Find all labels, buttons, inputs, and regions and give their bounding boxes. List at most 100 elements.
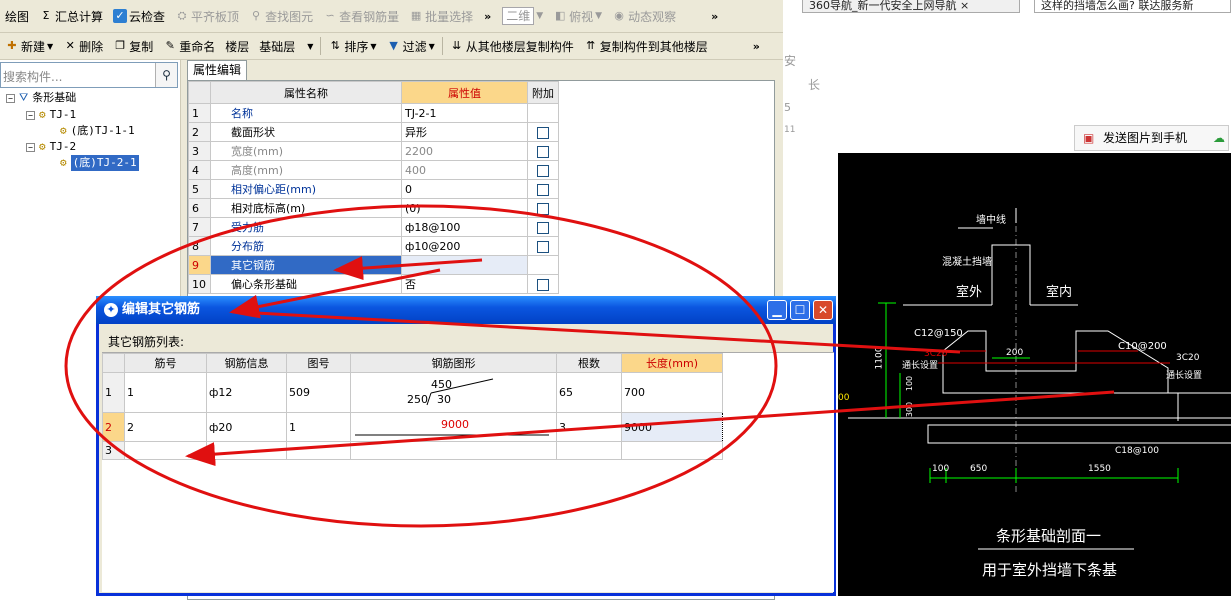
rebar-row[interactable]: 1 1 ф12 509 450 250 30 65 700 <box>102 372 723 413</box>
bar-no-cell[interactable]: 1 <box>124 372 207 413</box>
property-row[interactable]: 5 相对偏心距(mm) 0 <box>188 179 559 199</box>
property-value-field[interactable]: (0) <box>401 198 528 218</box>
browser-tab-question[interactable]: 这样的挡墙怎么画? 联达服务新 <box>1034 0 1231 13</box>
count-cell[interactable]: 65 <box>556 372 622 413</box>
toolbar-overflow-icon-2[interactable]: » <box>711 10 718 23</box>
length-cell[interactable]: 9000 <box>621 412 723 442</box>
tree-node-tj1-1[interactable]: ⚙ (底)TJ-1-1 <box>60 123 135 139</box>
property-row[interactable]: 1 名称 TJ-2-1 <box>188 103 559 123</box>
dim-100: 100 <box>932 464 950 474</box>
dim-100-vertical: 100 <box>905 375 915 392</box>
copy-from-floor-icon: ⇊ <box>452 39 462 52</box>
floor-select[interactable]: 基础层 ▼ <box>254 38 318 55</box>
copy-to-floor-button[interactable]: ⇈ 复制构件到其他楼层 <box>579 38 713 55</box>
summary-calc-button[interactable]: Σ 汇总计算 <box>34 8 108 25</box>
cloud-check-button[interactable]: ✓ 云检查 <box>108 8 170 25</box>
tree-node-root[interactable]: − ⛛ 条形基础 <box>6 90 76 106</box>
bar-info-cell[interactable]: ф20 <box>206 412 287 442</box>
close-icon[interactable]: × <box>960 0 969 12</box>
view-rebar-button[interactable]: ∽ 查看钢筋量 <box>318 8 404 25</box>
extra-checkbox[interactable] <box>537 126 549 139</box>
tree-node-tj2[interactable]: − ⚙ TJ-2 <box>26 139 76 155</box>
property-value-field[interactable]: 2200 <box>401 141 528 161</box>
rebar-list-label: 其它钢筋列表: <box>108 335 185 349</box>
tree-node-tj2-1[interactable]: ⚙ (底)TJ-2-1 <box>60 155 139 171</box>
filter-button[interactable]: ▼ 过滤 ▼ <box>382 38 440 55</box>
property-value-field[interactable]: ф18@100 <box>401 217 528 237</box>
property-value-field[interactable]: 否 <box>401 274 528 294</box>
page-fragment: 5 <box>784 101 791 114</box>
extra-checkbox[interactable] <box>537 240 549 253</box>
delete-icon: ✕ <box>65 39 75 52</box>
extra-checkbox[interactable] <box>537 145 549 158</box>
figure-no-cell[interactable]: 1 <box>286 412 351 442</box>
property-row[interactable]: 3 宽度(mm) 2200 <box>188 141 559 161</box>
bar-shape-cell[interactable]: 450 250 30 <box>350 372 557 413</box>
bar-shape-cell[interactable]: 9000 <box>350 412 557 442</box>
property-row[interactable]: 6 相对底标高(m) (0) <box>188 198 559 218</box>
property-row-selected[interactable]: 9 其它钢筋 <box>188 255 559 275</box>
extra-checkbox[interactable] <box>537 202 549 215</box>
property-value-field[interactable]: 400 <box>401 160 528 180</box>
figure-no-cell[interactable]: 509 <box>286 372 351 413</box>
property-value-field[interactable] <box>401 255 528 275</box>
new-button[interactable]: ✚ 新建 ▼ <box>0 38 58 55</box>
page-fragment: 11 <box>784 125 796 135</box>
collapse-icon[interactable]: − <box>26 110 35 120</box>
property-value-field[interactable]: 0 <box>401 179 528 199</box>
tree-node-tj1[interactable]: − ⚙ TJ-1 <box>26 107 76 123</box>
toolbar2-overflow-icon[interactable]: » <box>753 40 760 53</box>
property-row[interactable]: 2 截面形状 异形 <box>188 122 559 142</box>
rename-button[interactable]: ✎ 重命名 <box>158 38 220 55</box>
property-row[interactable]: 4 高度(mm) 400 <box>188 160 559 180</box>
dynamic-view-button[interactable]: ◉ 动态观察 <box>607 8 681 25</box>
property-value-field[interactable]: 异形 <box>401 122 528 142</box>
extra-checkbox[interactable] <box>537 183 549 196</box>
property-row[interactable]: 10 偏心条形基础否 <box>188 274 559 294</box>
rebar-row-empty[interactable]: 3 <box>102 441 723 460</box>
property-row[interactable]: 7 受力筋 ф18@100 <box>188 217 559 237</box>
collapse-icon[interactable]: − <box>26 142 35 152</box>
send-to-phone-button[interactable]: ▣ 发送图片到手机 ☁ <box>1074 125 1229 151</box>
bar-no-cell[interactable]: 2 <box>124 412 207 442</box>
align-slab-top-button[interactable]: ⛭ 平齐板顶 <box>170 8 244 25</box>
copy-button[interactable]: ❐ 复制 <box>108 38 158 55</box>
property-row[interactable]: 8 分布筋 ф10@200 <box>188 236 559 256</box>
dialog-title-bar[interactable]: ✦ 编辑其它钢筋 <box>96 296 836 324</box>
bar-info-cell[interactable]: ф12 <box>206 372 287 413</box>
batch-select-button[interactable]: ▦ 批量选择 <box>404 8 478 25</box>
header-bar-shape: 钢筋图形 <box>350 353 557 373</box>
toolbar-overflow-icon[interactable]: » <box>484 10 491 23</box>
copy-from-floor-button[interactable]: ⇊ 从其他楼层复制构件 <box>445 38 579 55</box>
find-element-button[interactable]: ⚲ 查找图元 <box>244 8 318 25</box>
extra-checkbox[interactable] <box>537 278 549 291</box>
count-cell[interactable]: 3 <box>556 412 622 442</box>
label-cut-left: 00 <box>838 393 850 403</box>
filter-icon: ▼ <box>389 39 398 52</box>
tab-property-edit[interactable]: 属性编辑 <box>187 60 247 80</box>
cad-section-drawing: 墙中线 混凝土挡墙 室外 室内 C12@150 C10@200 3C20 3C2… <box>838 153 1231 596</box>
rebar-row[interactable]: 2 2 ф20 1 9000 3 9000 <box>102 412 723 442</box>
component-search-input[interactable]: 搜索构件... ⚲ <box>0 62 178 88</box>
delete-button[interactable]: ✕ 删除 <box>58 38 108 55</box>
sort-button[interactable]: ⇅ 排序 ▼ <box>323 38 381 55</box>
view-mode-select[interactable]: 二维 ▼ <box>497 7 548 25</box>
close-icon[interactable]: ✕ <box>813 300 833 320</box>
property-value-field[interactable]: TJ-2-1 <box>401 103 528 123</box>
search-icon[interactable]: ⚲ <box>155 63 177 87</box>
draw-button[interactable]: 绘图 <box>0 8 34 25</box>
length-cell[interactable]: 700 <box>621 372 723 413</box>
cloud-check-icon: ✓ <box>113 9 128 23</box>
property-value-field[interactable]: ф10@200 <box>401 236 528 256</box>
minimize-icon[interactable]: ▁ <box>767 300 787 320</box>
label-c12: C12@150 <box>914 328 963 339</box>
label-wall-center: 墙中线 <box>976 215 1006 226</box>
browser-tab-360[interactable]: 360导航_新一代安全上网导航 × <box>802 0 1020 13</box>
extra-checkbox[interactable] <box>537 221 549 234</box>
drawing-subtitle: 用于室外挡墙下条基 <box>982 561 1118 579</box>
header-extra: 附加 <box>527 81 559 104</box>
collapse-icon[interactable]: − <box>6 93 15 103</box>
maximize-icon[interactable]: ☐ <box>790 300 810 320</box>
extra-checkbox[interactable] <box>537 164 549 177</box>
top-view-button[interactable]: ◧ 俯视 ▼ <box>548 8 607 25</box>
